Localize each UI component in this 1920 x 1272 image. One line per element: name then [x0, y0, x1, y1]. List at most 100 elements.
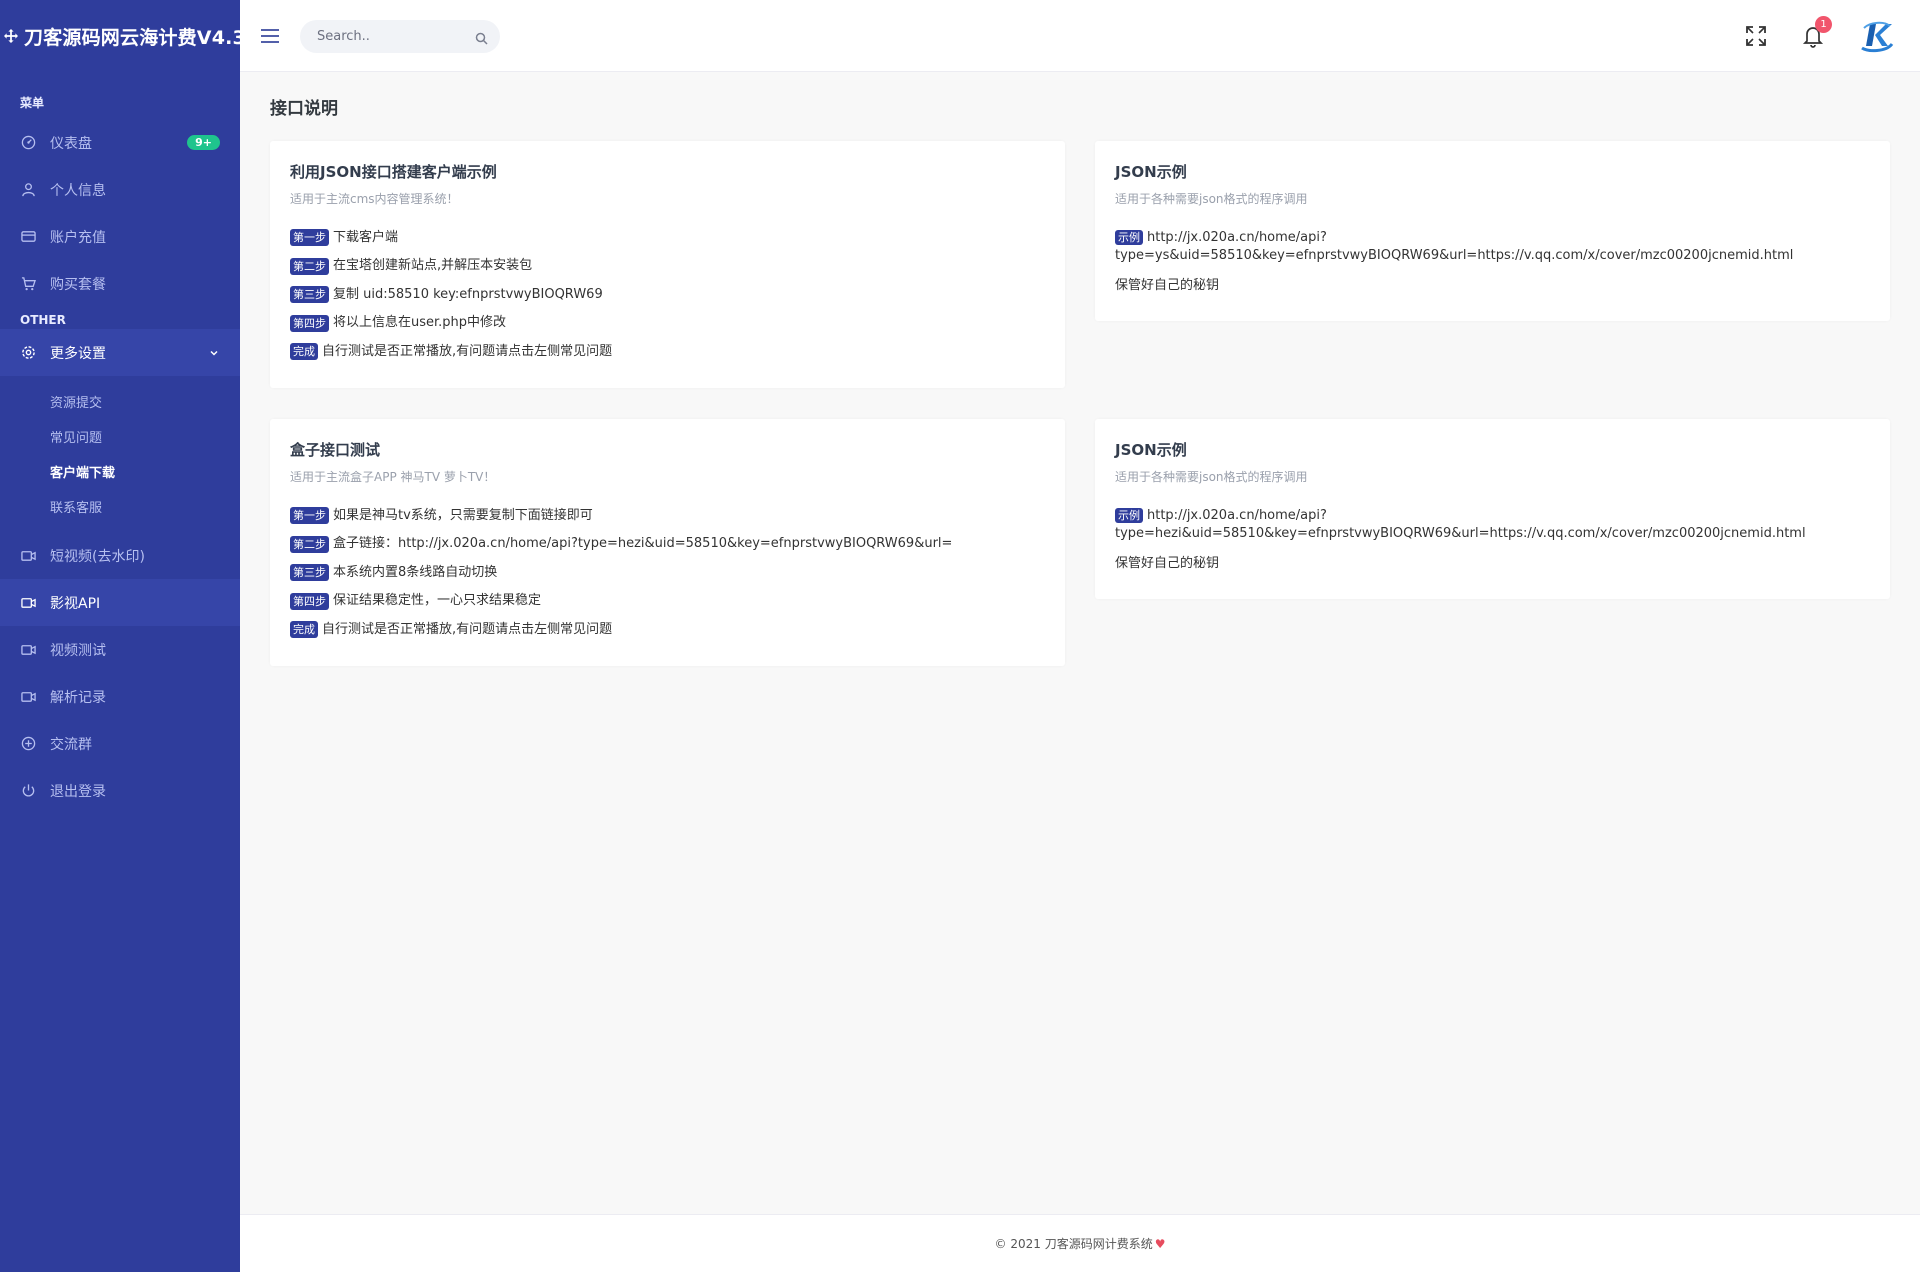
- search-input[interactable]: [317, 29, 467, 44]
- video-icon: [20, 595, 36, 611]
- step-tag: 第四步: [290, 592, 329, 610]
- sidebar-item-group-chat[interactable]: 交流群: [0, 720, 240, 767]
- sidebar-item-recharge[interactable]: 账户充值: [0, 213, 240, 260]
- step-tag: 完成: [290, 343, 318, 360]
- credit-card-icon: [20, 229, 36, 245]
- step-item: 第二步 盒子链接：http://jx.020a.cn/home/api?type=…: [290, 535, 1045, 553]
- step-tag: 第三步: [290, 564, 329, 581]
- sidebar-item-label: 影视API: [50, 595, 101, 612]
- sidebar-item-label: 购买套餐: [50, 276, 106, 293]
- step-item: 第四步 保证结果稳定性，一心只求结果稳定: [290, 592, 1045, 610]
- step-tag: 完成: [290, 621, 318, 638]
- dashboard-badge: 9+: [187, 135, 220, 150]
- power-icon: [20, 783, 36, 799]
- json-url-part1: http://jx.020a.cn/home/api?: [1147, 508, 1327, 523]
- video-icon: [20, 689, 36, 705]
- json-url-part2: type=ys&uid=58510&key=efnprstvwyBIOQRW69…: [1115, 248, 1794, 263]
- footer: © 2021 刀客源码网计费系统 ♥: [240, 1214, 1920, 1272]
- user-icon: [20, 182, 36, 198]
- search-box: [300, 20, 500, 53]
- brand[interactable]: 刀客源码网云海计费V4.3: [0, 0, 246, 72]
- step-text: 本系统内置8条线路自动切换: [333, 564, 498, 580]
- step-text: 自行测试是否正常播放,有问题请点击左侧常见问题: [322, 343, 613, 359]
- sidebar-item-label: 更多设置: [50, 345, 106, 362]
- sidebar-item-label: 交流群: [50, 736, 92, 753]
- sidebar-item-label: 解析记录: [50, 689, 106, 706]
- chevron-down-icon: [208, 347, 220, 359]
- step-text: 在宝塔创建新站点,并解压本安装包: [333, 258, 533, 273]
- footer-text: © 2021 刀客源码网计费系统: [994, 1237, 1153, 1251]
- json-note: 保管好自己的秘钥: [1115, 278, 1220, 293]
- sidebar-subitem-contact[interactable]: 联系客服: [0, 489, 240, 524]
- sidebar-item-logout[interactable]: 退出登录: [0, 767, 240, 814]
- video-icon: [20, 548, 36, 564]
- step-tag: 第一步: [290, 507, 329, 524]
- step-item: 第三步 复制 uid:58510 key:efnprstvwyBIOQRW69: [290, 286, 1045, 303]
- move-arrows-icon: [4, 28, 18, 44]
- sidebar-item-short-video[interactable]: 短视频(去水印): [0, 532, 240, 579]
- dashboard-icon: [20, 135, 36, 151]
- example-tag: 示例: [1115, 508, 1143, 523]
- sidebar-subitem-faq[interactable]: 常见问题: [0, 419, 240, 454]
- sidebar-item-label: 视频测试: [50, 642, 106, 659]
- sidebar-item-video-test[interactable]: 视频测试: [0, 626, 240, 673]
- card-title: 盒子接口测试: [290, 441, 381, 459]
- gear-icon: [20, 345, 36, 361]
- sidebar-item-label: 个人信息: [50, 182, 106, 199]
- menu-section-label: 菜单: [20, 96, 45, 110]
- fullscreen-icon[interactable]: [1745, 25, 1767, 47]
- video-icon: [20, 642, 36, 658]
- step-tag: 第三步: [290, 286, 329, 303]
- step-text: 自行测试是否正常播放,有问题请点击左侧常见问题: [322, 621, 613, 637]
- step-text: 如果是神马tv系统，只需要复制下面链接即可: [333, 507, 593, 523]
- page-title: 接口说明: [270, 99, 338, 119]
- sidebar-item-label: 退出登录: [50, 783, 106, 800]
- search-icon[interactable]: [475, 30, 488, 45]
- card-title: 利用JSON接口搭建客户端示例: [290, 163, 497, 181]
- json-example-card: JSON示例 适用于各种需要json格式的程序调用 示例 http://jx.02…: [1095, 141, 1890, 321]
- other-section-label: OTHER: [20, 313, 66, 327]
- notification-badge: 1: [1815, 16, 1832, 33]
- client-setup-card: 利用JSON接口搭建客户端示例 适用于主流cms内容管理系统！ 第一步 下载客户端…: [270, 141, 1065, 388]
- card-subtitle: 适用于各种需要json格式的程序调用: [1115, 192, 1308, 206]
- avatar[interactable]: [1858, 18, 1896, 54]
- sidebar-item-more-settings[interactable]: 更多设置: [0, 329, 240, 376]
- sidebar-item-buy-package[interactable]: 购买套餐: [0, 260, 240, 307]
- json-note: 保管好自己的秘钥: [1115, 556, 1220, 571]
- step-tag: 第四步: [290, 314, 329, 332]
- sidebar-item-video-api[interactable]: 影视API: [0, 579, 240, 626]
- step-text: 将以上信息在user.php中修改: [333, 315, 507, 330]
- sidebar-item-parse-records[interactable]: 解析记录: [0, 673, 240, 720]
- step-item: 第一步 下载客户端: [290, 229, 1045, 246]
- sidebar-item-label: 仪表盘: [50, 135, 92, 152]
- json-url-line: 示例 http://jx.020a.cn/home/api?: [1115, 507, 1870, 525]
- step-tag: 第二步: [290, 535, 329, 553]
- card-subtitle: 适用于主流cms内容管理系统！: [290, 192, 459, 206]
- step-item: 第四步 将以上信息在user.php中修改: [290, 314, 1045, 332]
- sidebar-item-label: 账户充值: [50, 229, 106, 246]
- step-item: 完成 自行测试是否正常播放,有问题请点击左侧常见问题: [290, 621, 1045, 638]
- topbar: 1: [240, 0, 1920, 72]
- sidebar-subitem-resource-submit[interactable]: 资源提交: [0, 384, 240, 419]
- card-subtitle: 适用于各种需要json格式的程序调用: [1115, 470, 1308, 484]
- step-text: 下载客户端: [333, 229, 399, 245]
- sidebar-item-profile[interactable]: 个人信息: [0, 166, 240, 213]
- json-url-line: 示例 http://jx.020a.cn/home/api?: [1115, 229, 1870, 247]
- card-title: JSON示例: [1115, 441, 1187, 459]
- sidebar-item-label: 短视频(去水印): [50, 548, 145, 565]
- example-tag: 示例: [1115, 230, 1143, 245]
- step-item: 第二步 在宝塔创建新站点,并解压本安装包: [290, 257, 1045, 275]
- brand-title: 刀客源码网云海计费V4.3: [24, 26, 246, 49]
- step-tag: 第二步: [290, 257, 329, 275]
- box-api-test-card: 盒子接口测试 适用于主流盒子APP 神马TV 萝卜TV！ 第一步 如果是神马tv系…: [270, 419, 1065, 666]
- step-text: 保证结果稳定性，一心只求结果稳定: [333, 593, 542, 608]
- plus-circle-icon: [20, 736, 36, 752]
- heart-icon: ♥: [1154, 1236, 1166, 1251]
- card-title: JSON示例: [1115, 163, 1187, 181]
- step-tag: 第一步: [290, 229, 329, 246]
- sidebar-subitem-client-download[interactable]: 客户端下载: [0, 454, 240, 489]
- hamburger-menu-icon[interactable]: [260, 26, 280, 46]
- sidebar: 刀客源码网云海计费V4.3 菜单 仪表盘 9+ 个人信息 账户充值 购买套餐 O…: [0, 0, 246, 1272]
- cart-icon: [20, 276, 36, 292]
- sidebar-item-dashboard[interactable]: 仪表盘 9+: [0, 119, 240, 166]
